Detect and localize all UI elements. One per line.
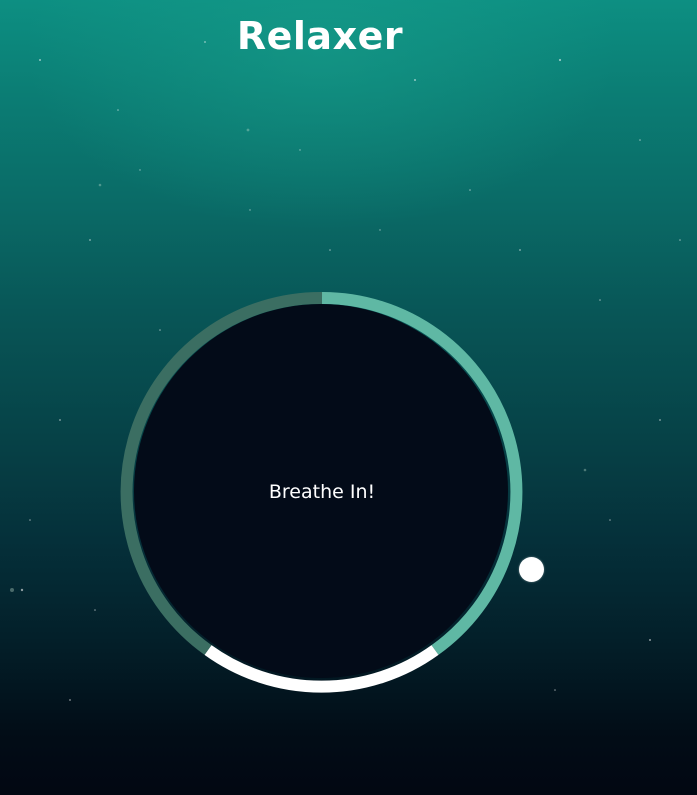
breathe-instruction: Breathe In! [268,481,376,503]
breathing-circle: Breathe In! [120,290,524,694]
pointer-dot-icon [519,557,544,582]
app-title: Relaxer [236,14,404,58]
